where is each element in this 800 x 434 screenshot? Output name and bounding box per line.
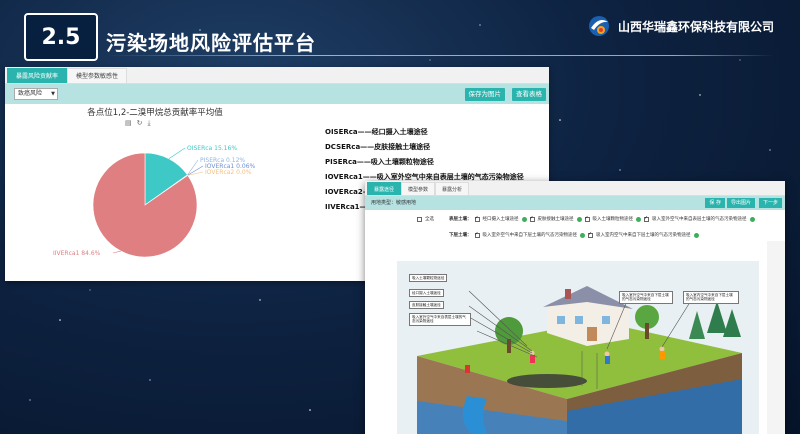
refresh-icon[interactable]: ↻	[137, 119, 143, 128]
header-divider	[106, 55, 774, 56]
tab-exposure-risk-contribution[interactable]: 暴露风险贡献率	[7, 68, 68, 83]
subsurface-option-checkbox[interactable]	[588, 231, 593, 238]
callout-indoor-subsurface-vapor: 吸入室内空气中来自下层土壤的气态污染物途径	[683, 291, 739, 304]
site-type-label: 用地类型：敏感用地	[371, 200, 417, 206]
pie-data-label: IIVERca1 84.6%	[53, 250, 101, 257]
chart-tool-icons: ▤ ↻ ⤓	[125, 119, 151, 128]
download-icon[interactable]: ⤓	[148, 119, 151, 128]
surface-option-label: 吸入室外空气中来自表层土壤的气态污染物途径	[652, 217, 747, 222]
subsurface-option-label: 吸入室内空气中来自下层土壤的气态污染物途径	[596, 233, 691, 238]
exposure-pathway-illustration: 吸入土壤颗粒物途径 经口摄入土壤途径 皮肤接触土壤途径 吸入室外空气中来自表层土…	[397, 261, 759, 434]
surface-option-checkbox[interactable]	[529, 215, 535, 222]
save-button[interactable]: 保 存	[705, 198, 725, 208]
pie-chart: OISERca 15.16%PISERca 0.12%IOVERca1 0.06…	[53, 145, 256, 258]
legend-line: PISERca——吸入土壤颗粒物途径	[325, 158, 434, 166]
legend-line: DCSERca——皮肤接触土壤途径	[325, 143, 431, 151]
pie-data-label: IOVERca2 0.0%	[205, 169, 252, 176]
callout-inhale-particles: 吸入土壤颗粒物途径	[409, 274, 448, 283]
tab-bar: 暴露途径 模型参数 暴露分析	[365, 181, 785, 196]
surface-option-label: 经口摄入土壤途径	[482, 217, 519, 222]
slide-title: 污染场地风险评估平台	[106, 31, 316, 55]
info-icon[interactable]	[693, 232, 699, 238]
subsurface-option-checkbox[interactable]	[474, 231, 480, 238]
next-step-button[interactable]: 下一步	[758, 198, 782, 208]
tab-model-parameters[interactable]: 模型参数	[401, 182, 436, 195]
exposure-pathway-screenshot: 暴露途径 模型参数 暴露分析 用地类型：敏感用地 保 存 导出图片 下一步 全选…	[365, 181, 785, 434]
subsurface-option-label: 吸入室外空气中来自下层土壤的气态污染物途径	[482, 233, 578, 238]
chart-title: 各点位1,2-二溴甲烷总贡献率平均值	[87, 108, 223, 118]
info-icon[interactable]	[749, 216, 755, 222]
save-image-button[interactable]: 保存为图片	[464, 88, 505, 101]
company-logo-icon	[588, 16, 609, 36]
info-icon[interactable]	[521, 216, 527, 222]
pie-data-label: OISERca 15.16%	[187, 145, 237, 152]
pie-leader-line	[168, 147, 186, 160]
callout-dermal-contact: 皮肤接触土壤途径	[409, 301, 444, 310]
company-name: 山西华瑞鑫环保科技有限公司	[617, 19, 774, 34]
scrollbar[interactable]	[767, 241, 785, 434]
select-all-checkbox[interactable]	[417, 216, 422, 222]
chart-toolbar: 致癌风险 ▼ 保存为图片 查看表格	[5, 84, 549, 104]
surface-option-checkbox[interactable]	[474, 215, 480, 222]
surface-option-label: 皮肤接触土壤途径	[537, 217, 574, 222]
callout-outdoor-subsurface-vapor: 吸入室外空气中来自下层土壤的气态污染物途径	[619, 291, 673, 304]
subsurface-soil-label: 下层土壤：	[449, 233, 472, 238]
surface-option-checkbox[interactable]	[584, 215, 590, 222]
company-brand: 山西华瑞鑫环保科技有限公司	[586, 13, 774, 39]
legend-line: OISERca——经口摄入土壤途径	[325, 128, 428, 136]
site-illustration	[417, 286, 742, 434]
callout-oral-ingestion: 经口摄入土壤途径	[409, 289, 444, 298]
surface-option-checkbox[interactable]	[644, 215, 649, 222]
info-icon[interactable]	[636, 216, 641, 222]
pie-leader-line	[112, 250, 121, 254]
tab-exposure-analysis[interactable]: 暴露分析	[435, 182, 470, 195]
section-number-badge: 2.5	[24, 13, 98, 61]
tab-bar: 暴露风险贡献率 模型参数敏感性	[5, 67, 549, 84]
tab-parameter-sensitivity[interactable]: 模型参数敏感性	[67, 68, 128, 83]
export-image-button[interactable]: 导出图片	[726, 198, 755, 208]
surface-option-label: 吸入土壤颗粒物途径	[592, 217, 634, 222]
pathway-toolbar: 用地类型：敏感用地 保 存 导出图片 下一步	[365, 196, 785, 210]
info-icon[interactable]	[580, 232, 585, 238]
select-all-label: 全选	[425, 217, 434, 222]
risk-type-select-value: 致癌风险	[18, 90, 43, 97]
chevron-down-icon: ▼	[51, 91, 55, 97]
info-icon[interactable]	[576, 216, 582, 222]
pie-leader-line	[187, 159, 199, 176]
risk-type-select[interactable]: 致癌风险 ▼	[14, 88, 58, 100]
pathway-form: 全选 表层土壤： 经口摄入土壤途径 皮肤接触土壤途径 吸入土壤颗粒物途径 吸入室…	[365, 210, 785, 258]
surface-soil-label: 表层土壤：	[449, 217, 472, 222]
view-table-button[interactable]: 查看表格	[512, 88, 546, 101]
document-icon[interactable]: ▤	[125, 119, 132, 128]
callout-outdoor-surface-vapor: 吸入室外空气中来自表层土壤的气态污染物途径	[409, 313, 471, 326]
tab-exposure-pathway[interactable]: 暴露途径	[367, 182, 402, 195]
